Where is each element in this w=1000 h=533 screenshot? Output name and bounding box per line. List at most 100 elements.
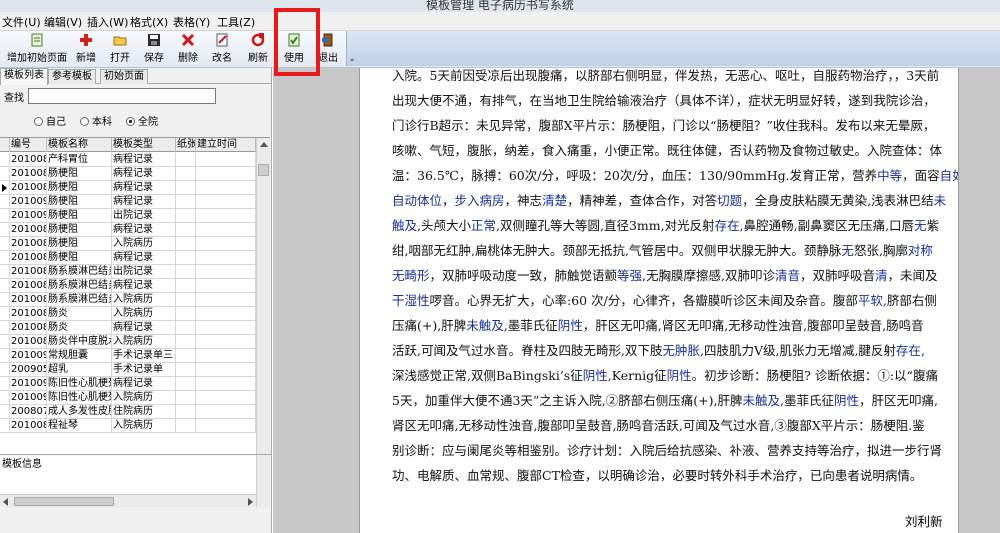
new-button[interactable]: 新增 <box>72 32 100 65</box>
document-text: ， <box>442 193 455 208</box>
col-id[interactable]: 编号 <box>10 138 47 152</box>
col-template-type[interactable]: 模板类型 <box>112 138 176 152</box>
template-field-text: 存在 <box>895 343 921 358</box>
document-line[interactable]: 入院。5天前因受凉后出现腹痛，以脐部右侧明显，伴发热，无恶心、呕吐，自服药物治疗… <box>392 68 952 84</box>
radio-department[interactable]: 本科 <box>80 113 112 128</box>
document-line[interactable]: 深浅感觉正常,双侧BaBingski’s征阴性,Kernig征阴性。初步诊断：肠… <box>392 368 952 384</box>
col-paper[interactable]: 纸张 <box>176 138 196 152</box>
table-row[interactable]: 2010090陈旧性心肌梗死病程记录 <box>0 377 256 391</box>
exit-button[interactable]: 退出 <box>314 32 342 65</box>
menu-format[interactable]: 格式(X) <box>130 14 168 30</box>
table-row[interactable]: 2010091常规胆囊手术记录单三 <box>0 349 256 363</box>
radio-hospital[interactable]: 全院 <box>126 113 158 128</box>
radio-self[interactable]: 自己 <box>34 113 66 128</box>
document-line[interactable]: 绀,咽部无红肿,扁桃体无肿大。颈部无抵抗,气管居中。双侧甲状腺无肿大。颈静脉无怒… <box>392 243 952 259</box>
document-line[interactable]: 触及,头颅大小正常,双侧瞳孔等大等圆,直径3mm,对光反射存在,鼻腔通畅,副鼻窦… <box>392 218 952 234</box>
table-row[interactable]: 2010081产科胃位病程记录 <box>0 153 256 167</box>
document-line[interactable]: 无畸形，双肺呼吸动度一致，肺触觉语颤等强,无胸膜摩擦感,双肺叩诊清音，双肺呼吸音… <box>392 268 952 284</box>
cell-template-type: 病程记录 <box>112 153 176 167</box>
horizontal-scrollbar[interactable] <box>0 494 256 507</box>
table-row[interactable]: 2010090肠梗阻病程记录 <box>0 195 256 209</box>
table-row[interactable]: 2010082肠炎入院病历 <box>0 307 256 321</box>
search-input[interactable] <box>28 88 216 104</box>
template-field-text: 自如 <box>939 168 958 183</box>
cell-id: 2010082 <box>10 419 47 433</box>
row-indicator-header <box>0 138 10 152</box>
template-field-text: 对称 <box>907 243 933 258</box>
document-line[interactable]: 咳嗽、气短，腹胀，纳差，食入痛重，小便正常。既往体健，否认药物及食物过敏史。入院… <box>392 143 952 159</box>
col-created-time[interactable]: 建立时间 <box>196 138 256 152</box>
document-line[interactable]: 活跃,可闻及气过水音。脊柱及四肢无畸形,双下肢无肿胀,四肢肌力Ⅴ级,肌张力无增减… <box>392 343 952 359</box>
document-line[interactable]: 自动体位，步入病房，神志清楚，精神差，查体合作，对答切题，全身皮肤粘膜无黄染,浅… <box>392 193 952 209</box>
document-line[interactable]: 肾区无叩痛,无移动性浊音,腹部叩呈鼓音,肠鸣音活跃,可闻及气过水音,③腹部X平片… <box>392 418 952 434</box>
table-row[interactable]: 2010083肠系膜淋巴结炎出院记录 <box>0 265 256 279</box>
document-line[interactable]: 出现大便不通，有排气，在当地卫生院给输液治疗（具体不详），症状无明显好转，遂到我… <box>392 93 952 109</box>
table-row[interactable]: 2009050超乳手术记录单 <box>0 363 256 377</box>
use-button[interactable]: 使用 <box>280 32 308 65</box>
scroll-thumb[interactable] <box>258 164 269 176</box>
document-line[interactable]: 门诊行B超示：未见异常，腹部X平片示：肠梗阻，门诊以“肠梗阻？”收住我科。发布以… <box>392 118 952 134</box>
add-initial-page-button[interactable]: 增加初始页面 <box>4 32 70 65</box>
cell-template-type: 入院病历 <box>112 391 176 405</box>
table-row[interactable]: 2010082肠炎伴中度脱水入院病历 <box>0 335 256 349</box>
table-row[interactable]: 2010083肠系膜淋巴结炎入院病历 <box>0 293 256 307</box>
document-text: ，肝区无叩痛,肾区无叩痛,无移动性浊音,腹部叩呈鼓音,肠鸣音 <box>582 318 924 333</box>
document-text: ,头颅大小 <box>417 218 471 233</box>
table-row[interactable]: 2008070成人多发性皮肌炎住院病历 <box>0 405 256 419</box>
menu-insert[interactable]: 插入(W) <box>87 14 128 30</box>
document-page[interactable]: 入院。5天前因受凉后出现腹痛，以脐部右侧明显，伴发热，无恶心、呕吐，自服药物治疗… <box>359 68 959 533</box>
scroll-left-arrow-icon[interactable] <box>3 498 8 506</box>
tab-reference-template[interactable]: 参考模板 <box>48 69 96 84</box>
col-template-name[interactable]: 模板名称 <box>47 138 112 152</box>
cell-template-name: 肠系膜淋巴结炎 <box>48 279 112 293</box>
menu-file[interactable]: 文件(U) <box>2 14 41 30</box>
menu-table[interactable]: 表格(Y) <box>173 14 210 30</box>
cell-paper <box>176 405 196 419</box>
table-row[interactable]: 2010090陈旧性心肌梗死入院病历 <box>0 391 256 405</box>
rename-icon <box>216 33 228 47</box>
cell-id: 2008070 <box>10 405 47 419</box>
template-field-text: 无 <box>841 243 854 258</box>
cell-template-name: 肠炎 <box>47 307 112 321</box>
cell-paper <box>176 153 196 167</box>
scroll-up-arrow-icon[interactable] <box>260 142 268 147</box>
document-line[interactable]: 5天，加重伴大便不通3天”之主诉入院,②脐部右侧压痛(+),肝脾未触及,墨菲氏征… <box>392 393 952 409</box>
open-button[interactable]: 打开 <box>106 32 134 65</box>
document-line[interactable]: 温：36.5℃，脉搏：60次/分，呼吸：20次/分，血压：130/90mmHg.… <box>392 168 958 184</box>
table-row[interactable]: 2010081肠梗阻病程记录 <box>0 167 256 181</box>
row-indicator <box>0 181 10 195</box>
table-row[interactable]: 2010083肠系膜淋巴结炎病程记录 <box>0 279 256 293</box>
toolbar-overflow-chevron-icon[interactable]: » <box>350 56 354 64</box>
delete-button[interactable]: 删除 <box>174 32 202 65</box>
document-text: 啰音。心界无扩大，心率:60 次/分，心律齐，各瓣膜听诊区未闻及杂音。腹部 <box>429 293 858 308</box>
table-row[interactable]: 2010081肠梗阻病程记录 <box>0 181 256 195</box>
delete-icon <box>181 33 195 47</box>
document-line[interactable]: 功、电解质、血常规、腹部CT检查，以明确诊治，必要时转外科手术治疗，已向患者说明… <box>392 468 952 484</box>
template-info-label: 模板信息 <box>2 459 42 470</box>
menu-edit[interactable]: 编辑(V) <box>44 14 82 30</box>
table-row[interactable]: 2010081肠梗阻病程记录 <box>0 251 256 265</box>
document-line[interactable]: 干湿性啰音。心界无扩大，心率:60 次/分，心律齐，各瓣膜听诊区未闻及杂音。腹部… <box>392 293 952 309</box>
refresh-label: 刷新 <box>248 53 268 64</box>
table-row[interactable]: 2010082肠炎病程记录 <box>0 321 256 335</box>
tab-initial-page[interactable]: 初始页面 <box>100 69 148 84</box>
vertical-scrollbar[interactable] <box>256 138 270 507</box>
rename-button[interactable]: 改名 <box>208 32 236 65</box>
cell-template-name: 常规胆囊 <box>47 349 112 363</box>
cell-template-type: 入院病历 <box>112 237 176 251</box>
document-line[interactable]: 压痛(+),肝脾未触及,墨菲氏征阴性，肝区无叩痛,肾区无叩痛,无移动性浊音,腹部… <box>392 318 952 334</box>
template-table: 编号 模板名称 模板类型 纸张 建立时间 2010081产科胃位病程记录2010… <box>0 137 270 507</box>
save-button[interactable]: 保存 <box>140 32 168 65</box>
document-line[interactable]: 别诊断：应与阑尾炎等相鉴别。诊疗计划：入院后给抗感染、补液、营养支持等治疗，拟进… <box>392 443 952 459</box>
hscroll-thumb[interactable] <box>14 497 114 506</box>
radio-self-label: 自己 <box>46 117 66 128</box>
table-row[interactable]: 2010090肠梗阻出院记录 <box>0 209 256 223</box>
table-row[interactable]: 2010082程祉琴入院病历 <box>0 419 256 433</box>
table-row[interactable]: 2010081肠梗阻入院病历 <box>0 237 256 251</box>
scroll-right-arrow-icon[interactable] <box>248 498 253 506</box>
search-label: 查找 <box>4 93 24 104</box>
menu-tools[interactable]: 工具(Z) <box>217 14 255 30</box>
refresh-button[interactable]: 刷新 <box>244 32 272 65</box>
table-row[interactable]: 2010082肠梗阻病程记录 <box>0 223 256 237</box>
tab-template-list[interactable]: 模板列表 <box>0 68 48 85</box>
